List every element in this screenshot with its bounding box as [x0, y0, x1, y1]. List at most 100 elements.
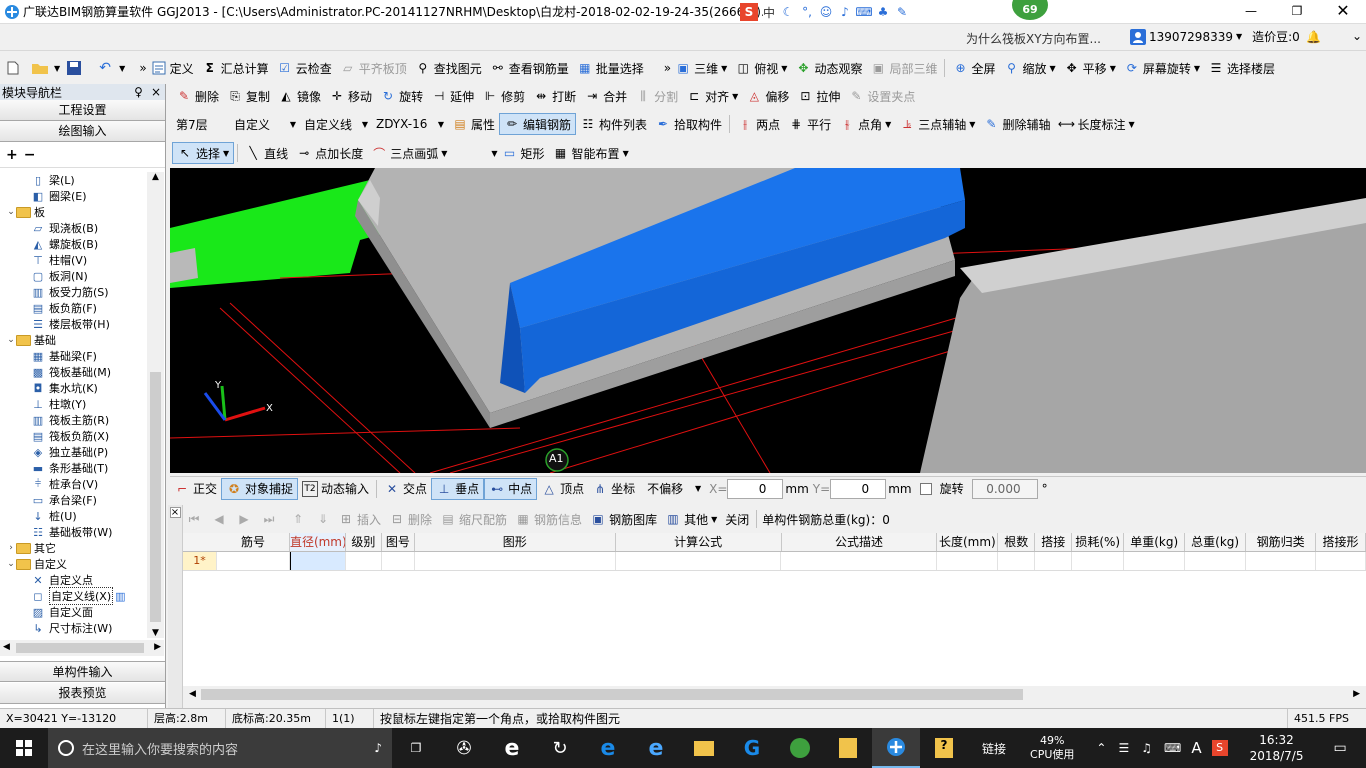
three-d-button[interactable]: ▣ 三维 ▼ [671, 57, 731, 79]
ie-blue-icon[interactable]: e [632, 728, 680, 768]
tree-item[interactable]: ⌄ 板 [0, 204, 147, 220]
link-label[interactable]: 链接 [982, 740, 1006, 757]
cell-bar-no[interactable] [217, 552, 290, 570]
category-select[interactable]: 自定义 ▼ [230, 114, 300, 134]
cell-loss[interactable] [1072, 552, 1125, 570]
tree-item[interactable]: ▱ 现浇板(B) [0, 220, 147, 236]
merge-button[interactable]: ⇥ 合并 [580, 85, 631, 107]
expand-chevron-icon[interactable]: › [6, 543, 16, 553]
pan-button[interactable]: ✥ 平移 ▼ [1060, 57, 1120, 79]
single-input-button[interactable]: 单构件输入 [0, 661, 165, 682]
trim-button[interactable]: ⊩ 修剪 [478, 85, 529, 107]
grid-hscrollbar[interactable]: ◀ ▶ [183, 686, 1366, 703]
tree-item[interactable]: ✕ 自定义点 [0, 572, 147, 588]
fullscreen-button[interactable]: ⊕ 全屏 [948, 57, 999, 79]
cell-unit-weight[interactable] [1124, 552, 1186, 570]
line-button[interactable]: ╲ 直线 [241, 142, 292, 164]
next-record-icon[interactable]: ▶ [236, 511, 252, 527]
point-angle-button[interactable]: ⫳ 点角 ▼ [835, 113, 895, 135]
column-header[interactable]: 图号 [382, 533, 415, 551]
split-button[interactable]: ⫼ 分割 [631, 85, 682, 107]
ggj-app-icon[interactable] [872, 728, 920, 768]
wrench-icon[interactable]: ✎ [894, 4, 910, 20]
expand-all-icon[interactable]: + [6, 147, 18, 163]
elem-list-button[interactable]: ☷ 构件列表 [576, 113, 651, 135]
intersection-button[interactable]: ✕ 交点 [380, 478, 431, 500]
emoji-icon[interactable]: ☺ [818, 4, 834, 20]
ie-icon[interactable]: e [488, 728, 536, 768]
tree-item[interactable]: ↳ 尺寸标注(W) [0, 620, 147, 636]
pin-icon[interactable]: ♀ [134, 85, 143, 99]
copy-button[interactable]: ⎘ 复制 [223, 85, 274, 107]
length-dim-button[interactable]: ⟷ 长度标注 ▼ [1054, 113, 1138, 135]
column-header[interactable]: 直径(mm) [289, 533, 346, 551]
tree-item[interactable]: ⊤ 柱帽(V) [0, 252, 147, 268]
floor-select[interactable]: 第7层 [172, 114, 230, 134]
column-header[interactable]: 筋号 [183, 533, 290, 551]
tree-item[interactable]: ◧ 圈梁(E) [0, 188, 147, 204]
collapse-chevron-icon[interactable]: ⌄ [6, 559, 16, 569]
tree-item[interactable]: ▨ 自定义面 [0, 604, 147, 620]
cell-fig-no[interactable] [382, 552, 415, 570]
tree-item[interactable]: › 其它 [0, 540, 147, 556]
grid-hscroll-thumb[interactable] [201, 689, 1023, 700]
type-select[interactable]: 自定义线 ▼ [300, 114, 372, 134]
cell-category[interactable] [1246, 552, 1317, 570]
green-browser-icon[interactable] [776, 728, 824, 768]
column-header[interactable]: 搭接 [1035, 533, 1073, 551]
rotate-checkbox[interactable] [919, 482, 932, 495]
shirt-icon[interactable]: ♣ [875, 4, 891, 20]
zoom-button[interactable]: ⚲ 缩放 ▼ [1000, 57, 1060, 79]
x-input[interactable]: 0 [727, 478, 784, 499]
pick-elem-button[interactable]: ✒ 拾取构件 [651, 113, 726, 135]
rebar-lib-button[interactable]: ▣ 钢筋图库 [586, 508, 661, 530]
glodon-g-icon[interactable]: G [728, 728, 776, 768]
del-axis-button[interactable]: ✎ 删除辅轴 [979, 113, 1054, 135]
maximize-button[interactable]: ❐ [1274, 0, 1320, 23]
scroll-right-icon[interactable]: ▶ [1353, 689, 1360, 699]
wifi-icon[interactable]: ☰ [1118, 741, 1129, 755]
edge-icon[interactable]: e [584, 728, 632, 768]
tree-item[interactable]: ⫩ 桩承台(V) [0, 476, 147, 492]
green-member-edge[interactable] [170, 248, 198, 283]
cell-total-weight[interactable] [1185, 552, 1247, 570]
batch-select-button[interactable]: ▦ 批量选择 [573, 57, 648, 79]
tree-item[interactable]: ◻ 自定义线(X) ▥ [0, 587, 147, 605]
moon-icon[interactable]: ☾ [780, 4, 796, 20]
move-down-icon[interactable]: ⇓ [315, 511, 331, 527]
edit-rebar-button[interactable]: ✏ 编辑钢筋 [499, 113, 577, 135]
collapse-chevron-icon[interactable]: ⌄ [6, 335, 16, 345]
tree-item[interactable]: ☷ 基础板带(W) [0, 524, 147, 540]
tree-item[interactable]: ▤ 筏板负筋(X) [0, 428, 147, 444]
open-dropdown-icon[interactable]: ▼ [54, 64, 60, 73]
column-header[interactable]: 总重(kg) [1185, 533, 1247, 551]
tree-item[interactable]: ▬ 条形基础(T) [0, 460, 147, 476]
start-button[interactable] [0, 728, 48, 768]
undo-dropdown-icon[interactable]: ▼ [119, 64, 125, 73]
delete-button[interactable]: ✎ 删除 [172, 85, 223, 107]
3d-viewport[interactable]: A1 Y X [170, 168, 1366, 473]
dynamic-input-button[interactable]: T2 动态输入 [298, 478, 373, 500]
last-record-icon[interactable]: ⏭ [261, 511, 277, 527]
vertex-button[interactable]: △ 顶点 [537, 478, 588, 500]
break-button[interactable]: ⇹ 打断 [529, 85, 580, 107]
gutter-collapse-icon[interactable]: × [169, 507, 181, 518]
question-link[interactable]: 为什么筏板XY方向布置... [966, 30, 1101, 47]
mic-icon[interactable]: ♪ [374, 741, 382, 755]
cell-lap-form[interactable] [1316, 552, 1366, 570]
mirror-button[interactable]: ◭ 镜像 [274, 85, 325, 107]
column-header[interactable]: 长度(mm) [937, 533, 999, 551]
tree-item[interactable]: ⊥ 柱墩(Y) [0, 396, 147, 412]
close-icon[interactable]: × [151, 85, 161, 99]
minimize-button[interactable]: — [1228, 0, 1274, 23]
define-button[interactable]: 定义 [147, 57, 198, 79]
search-box[interactable]: 在这里输入你要搜索的内容 ♪ [48, 728, 392, 768]
help-app-icon[interactable]: ? [920, 728, 968, 768]
cloud-check-button[interactable]: ☑ 云检查 [273, 57, 336, 79]
notification-icon[interactable]: ▭ [1333, 740, 1346, 756]
chinese-mode-icon[interactable]: 中 [761, 4, 777, 20]
properties-button[interactable]: ▤ 属性 [448, 113, 499, 135]
project-settings-button[interactable]: 工程设置 [0, 100, 165, 121]
local-3d-button[interactable]: ▣ 局部三维 [866, 57, 941, 79]
midpoint-button[interactable]: ⊷ 中点 [484, 477, 538, 500]
